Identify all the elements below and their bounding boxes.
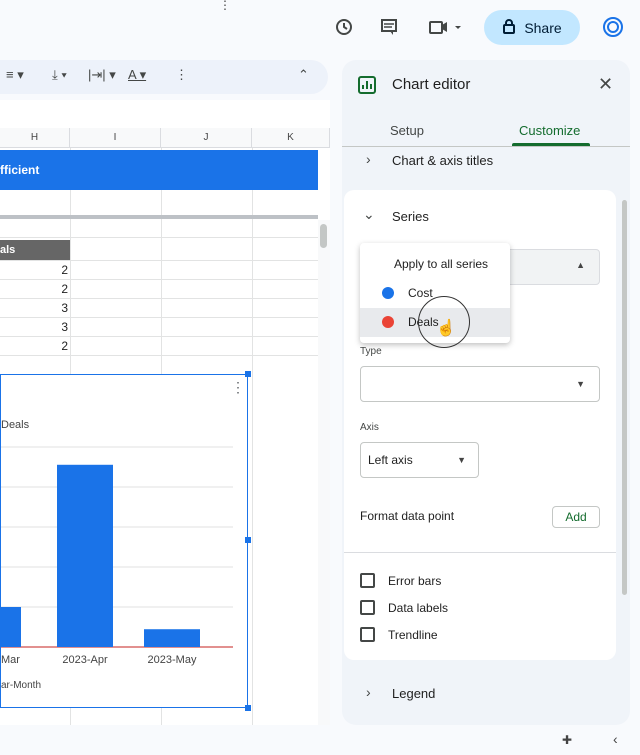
table-cell[interactable]: 2 xyxy=(0,339,68,353)
vertical-align-icon[interactable]: ⤓ ▾ xyxy=(52,67,67,83)
section-divider xyxy=(344,552,616,553)
collapse-panel-icon[interactable]: ‹ xyxy=(613,731,618,747)
column-header-i[interactable]: I xyxy=(70,128,161,148)
column-header-k[interactable]: K xyxy=(252,128,330,148)
table-cell[interactable]: 2 xyxy=(0,263,68,277)
caret-down-icon: ▼ xyxy=(576,379,585,389)
bar-chart: Mar 2023-Apr 2023-May xyxy=(1,446,233,666)
gemini-icon[interactable] xyxy=(600,14,626,40)
chart-icon xyxy=(358,76,376,99)
header-banner[interactable]: fficient xyxy=(0,150,318,190)
vertical-scrollbar-thumb[interactable] xyxy=(320,224,327,248)
x-axis-title: ar-Month xyxy=(1,680,42,691)
panel-title: Chart editor xyxy=(392,76,471,93)
series-color-dot xyxy=(382,316,394,328)
resize-handle[interactable] xyxy=(245,371,251,377)
grid-divider xyxy=(0,355,318,356)
chart-menu-icon[interactable]: ⋮ xyxy=(231,379,245,396)
explore-icon[interactable]: ✚ xyxy=(562,733,572,747)
trendline-checkbox[interactable] xyxy=(360,627,375,642)
table-cell[interactable]: 2 xyxy=(0,282,68,296)
section-legend[interactable]: Legend xyxy=(392,686,435,701)
grid-divider xyxy=(0,298,318,299)
chart-bar[interactable] xyxy=(57,464,113,647)
series-color-dot xyxy=(382,287,394,299)
axis-select[interactable]: Left axis ▼ xyxy=(360,442,479,478)
banner-text: fficient xyxy=(0,163,40,177)
add-format-button[interactable]: Add xyxy=(552,506,600,528)
section-chart-axis-titles[interactable]: Chart & axis titles xyxy=(392,153,493,168)
section-series[interactable]: Series xyxy=(392,209,429,224)
collapse-toolbar-icon[interactable]: ⌃ xyxy=(298,67,309,83)
comment-icon[interactable] xyxy=(376,14,402,40)
chevron-right-icon[interactable]: › xyxy=(366,684,371,700)
embedded-chart[interactable]: Mar 2023-Apr 2023-May Deals ar-Month ⋮ xyxy=(0,374,248,708)
x-tick-label: 2023-Apr xyxy=(62,654,108,666)
grid-divider xyxy=(0,317,318,318)
caret-down-icon: ▼ xyxy=(457,455,466,465)
x-tick-label: 2023-May xyxy=(148,654,197,666)
grid-divider xyxy=(252,148,253,728)
x-tick-label: Mar xyxy=(1,654,20,666)
formatting-toolbar: ≡ ▾ ⤓ ▾ |⇥| ▾ A ▾ ⋮ ⌃ xyxy=(0,60,328,94)
share-button[interactable]: Share xyxy=(484,10,580,45)
close-icon[interactable]: ✕ xyxy=(598,74,613,95)
lock-icon xyxy=(502,18,516,37)
more-dots-icon: ⋮ xyxy=(219,0,231,12)
column-header-j[interactable]: J xyxy=(161,128,252,148)
top-bar: ⋮ Share xyxy=(0,0,640,56)
chart-bar[interactable] xyxy=(1,607,21,647)
freeze-divider[interactable] xyxy=(0,215,318,219)
hand-cursor-icon: ☝ xyxy=(436,320,456,337)
menu-item-apply-all[interactable]: Apply to all series xyxy=(394,257,488,271)
legend-label-deals: Deals xyxy=(1,419,30,431)
table-cell[interactable]: 3 xyxy=(0,301,68,315)
caret-up-icon: ▲ xyxy=(576,260,585,270)
video-camera-icon[interactable] xyxy=(424,14,466,40)
text-color-icon[interactable]: A ▾ xyxy=(128,67,146,83)
resize-handle[interactable] xyxy=(245,705,251,711)
panel-scrollbar[interactable] xyxy=(622,200,627,595)
axis-label: Axis xyxy=(360,422,379,433)
error-bars-label: Error bars xyxy=(388,574,442,588)
resize-handle[interactable] xyxy=(245,537,251,543)
tab-setup[interactable]: Setup xyxy=(390,123,424,138)
history-icon[interactable] xyxy=(331,14,357,40)
menu-item-label: Cost xyxy=(408,286,433,300)
data-labels-checkbox[interactable] xyxy=(360,600,375,615)
text-wrap-icon[interactable]: |⇥| ▾ xyxy=(88,67,116,83)
chevron-down-icon[interactable]: ⌄ xyxy=(363,206,375,223)
grid-divider xyxy=(0,336,318,337)
grid-divider xyxy=(0,279,318,280)
chart-bar[interactable] xyxy=(144,629,200,647)
deals-header-cell[interactable]: als xyxy=(0,240,70,260)
format-data-point-label: Format data point xyxy=(360,509,455,523)
column-header-h[interactable]: H xyxy=(0,128,70,148)
vertical-scroll-track[interactable] xyxy=(318,220,330,725)
type-select[interactable]: ▼ xyxy=(360,366,600,402)
tab-customize[interactable]: Customize xyxy=(519,123,580,138)
data-labels-label: Data labels xyxy=(388,601,449,615)
bottom-bar: ✚ ‹ xyxy=(0,725,640,755)
error-bars-checkbox[interactable] xyxy=(360,573,375,588)
deals-header-text: als xyxy=(0,244,16,256)
trendline-label: Trendline xyxy=(388,628,438,642)
column-header-row: H I J K xyxy=(0,128,330,148)
grid-divider xyxy=(0,237,318,238)
share-label: Share xyxy=(524,19,562,36)
chevron-right-icon[interactable]: › xyxy=(366,151,371,167)
grid-divider xyxy=(0,260,318,261)
axis-value: Left axis xyxy=(368,453,413,467)
table-cell[interactable]: 3 xyxy=(0,320,68,334)
type-label: Type xyxy=(360,346,382,357)
text-format-icon[interactable]: ≡ ▾ xyxy=(6,67,24,83)
tab-divider xyxy=(342,146,630,147)
more-tools-icon[interactable]: ⋮ xyxy=(175,67,188,83)
